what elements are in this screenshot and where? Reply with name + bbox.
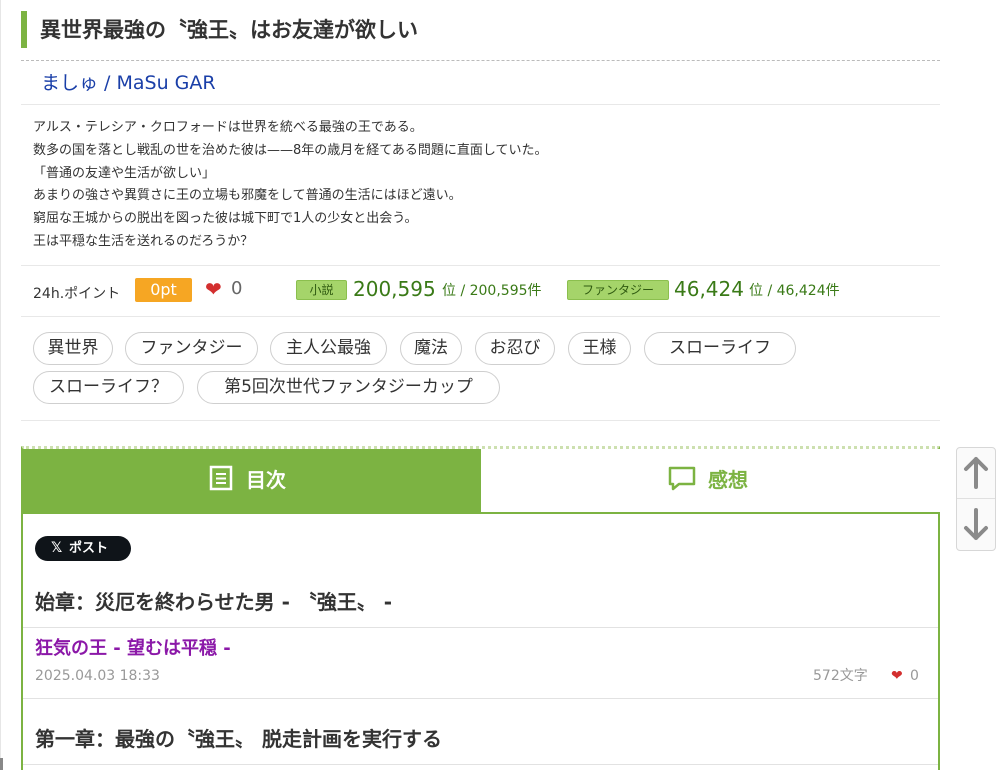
tab-toc-label: 目次 <box>246 468 286 492</box>
tab-impressions[interactable]: 感想 <box>481 449 940 512</box>
tag-item[interactable]: 魔法 <box>400 332 462 365</box>
scroll-down-button[interactable] <box>957 499 995 550</box>
tag-item[interactable]: 第5回次世代ファンタジーカップ <box>197 371 500 404</box>
tag-item[interactable]: 異世界 <box>33 332 113 365</box>
speech-bubble-icon <box>667 466 697 496</box>
rank-genre-badge[interactable]: ファンタジー <box>567 280 669 300</box>
rank-value: 200,595 <box>353 277 436 301</box>
episode-likes: 0 <box>910 668 919 684</box>
points-badge: 0pt <box>135 278 192 302</box>
heart-icon: ❤ <box>891 668 903 684</box>
title-header: 異世界最強の〝強王〟はお友達が欲しい <box>21 11 940 61</box>
divider <box>21 265 940 266</box>
tab-toc[interactable]: 目次 <box>21 449 481 512</box>
divider <box>21 316 940 317</box>
stats-row: 24h.ポイント 0pt ❤ 0 小説 200,595 位 / 200,595件… <box>33 275 933 305</box>
arrow-up-icon <box>962 456 990 494</box>
synopsis-line: あまりの強さや異質さに王の立場も邪魔をして普通の生活にはほど遠い。 <box>33 188 462 204</box>
episode-char-count: 572文字 <box>813 668 868 684</box>
title-accent-bar <box>21 11 27 48</box>
arrow-down-icon <box>962 507 990 545</box>
genre-rank-value: 46,424 <box>674 277 744 301</box>
rank-total: 位 / 200,595件 <box>442 283 542 299</box>
divider <box>23 764 938 765</box>
points-label: 24h.ポイント <box>33 286 121 302</box>
synopsis-line: 「普通の友達や生活が欲しい」 <box>33 165 216 181</box>
synopsis-line: 窮屈な王城からの脱出を図った彼は城下町で1人の少女と出会う。 <box>33 211 418 227</box>
post-label: ポスト <box>69 541 109 556</box>
tab-impressions-label: 感想 <box>708 468 748 492</box>
episode-link[interactable]: 狂気の王 - 望むは平穏 - <box>35 637 231 661</box>
divider <box>23 627 938 628</box>
novel-title: 異世界最強の〝強王〟はお友達が欲しい <box>40 18 418 42</box>
page-left-border <box>0 0 1 770</box>
genre-rank-total: 位 / 46,424件 <box>749 283 840 299</box>
chapter-title: 第一章：最強の〝強王〟 脱走計画を実行する <box>35 727 442 751</box>
synopsis: アルス・テレシア・クロフォードは世界を統べる最強の王である。 数多の国を落とし戦… <box>33 117 913 254</box>
divider <box>23 698 938 699</box>
document-list-icon <box>209 465 233 495</box>
likes-count: 0 <box>231 278 243 299</box>
author-link[interactable]: ましゅ / MaSu GAR <box>41 68 216 95</box>
rank-category-badge[interactable]: 小説 <box>296 280 347 300</box>
x-post-button[interactable]: 𝕏 ポスト <box>35 536 131 561</box>
tag-item[interactable]: お忍び <box>475 332 555 365</box>
synopsis-line: 数多の国を落とし戦乱の世を治めた彼は——8年の歳月を経てある問題に直面していた。 <box>33 142 548 158</box>
tag-item[interactable]: 主人公最強 <box>270 332 387 365</box>
tab-underline <box>21 512 940 514</box>
tag-item[interactable]: ファンタジー <box>125 332 258 365</box>
divider <box>21 104 940 105</box>
synopsis-line: アルス・テレシア・クロフォードは世界を統べる最強の王である。 <box>33 120 423 135</box>
heart-icon[interactable]: ❤ <box>205 278 222 300</box>
tag-item[interactable]: スローライフ <box>644 332 796 365</box>
chapter-title: 始章：災厄を終わらせた男 - 〝強王〟 - <box>35 590 393 614</box>
divider <box>21 420 940 421</box>
scroll-up-button[interactable] <box>957 448 995 499</box>
scroll-controls <box>956 447 996 551</box>
x-logo-icon: 𝕏 <box>51 540 63 556</box>
tag-item[interactable]: スローライフ？ <box>33 371 184 404</box>
page-left-marker <box>0 758 3 770</box>
episode-date: 2025.04.03 18:33 <box>35 668 160 684</box>
tag-item[interactable]: 王様 <box>568 332 631 365</box>
synopsis-line: 王は平穏な生活を送れるのだろうか？ <box>33 233 254 249</box>
